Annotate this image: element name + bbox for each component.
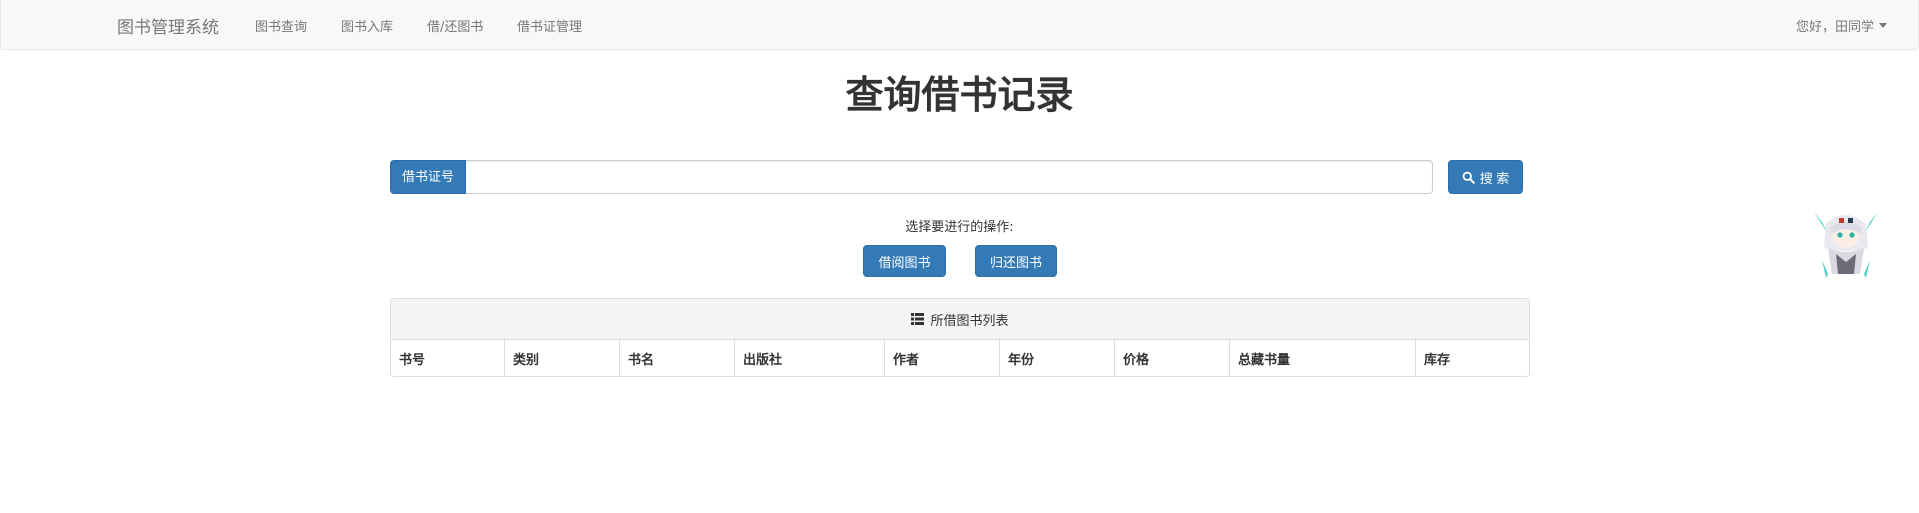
list-icon xyxy=(911,313,925,325)
column-header-price: 价格 xyxy=(1115,340,1230,376)
nav-item-book-stock-in[interactable]: 图书入库 xyxy=(341,16,393,35)
caret-down-icon xyxy=(1879,23,1887,28)
nav-item-card-management[interactable]: 借书证管理 xyxy=(517,16,582,35)
column-header-category: 类别 xyxy=(505,340,620,376)
card-number-input[interactable] xyxy=(466,160,1433,194)
nav-item-borrow-return[interactable]: 借/还图书 xyxy=(427,16,483,35)
column-header-book-id: 书号 xyxy=(391,340,505,376)
operation-prompt: 选择要进行的操作: xyxy=(905,220,1014,235)
column-header-stock: 库存 xyxy=(1424,353,1451,368)
borrow-book-button[interactable]: 借阅图书 xyxy=(863,245,946,277)
card-number-addon: 借书证号 xyxy=(390,160,467,194)
panel-heading: 所借图书列表 xyxy=(391,299,1529,340)
page-title: 查询借书记录 xyxy=(845,73,1074,117)
borrowed-books-table: 书号 类别 书名 出版社 作者 年份 价格 总藏书量 库存 xyxy=(391,340,1529,376)
borrowed-books-panel: 所借图书列表 书号 类别 书名 出版社 作者 年份 价格 总藏书量 库存 xyxy=(390,298,1530,377)
navbar: 图书管理系统 图书查询 图书入库 借/还图书 借书证管理 您好，田同学 xyxy=(0,0,1919,50)
nav-item-book-query[interactable]: 图书查询 xyxy=(255,16,307,35)
mascot-character-image xyxy=(1814,212,1878,278)
search-button-label: 搜 索 xyxy=(1479,170,1510,186)
user-dropdown[interactable]: 您好，田同学 xyxy=(1796,16,1887,35)
column-header-author: 作者 xyxy=(885,340,1000,376)
search-icon xyxy=(1462,171,1475,184)
user-greeting: 您好，田同学 xyxy=(1795,20,1874,35)
column-header-total-copies: 总藏书量 xyxy=(1230,340,1416,376)
column-header-title: 书名 xyxy=(620,340,735,376)
column-header-year: 年份 xyxy=(1000,340,1115,376)
panel-heading-label: 所借图书列表 xyxy=(930,313,1009,329)
column-header-publisher: 出版社 xyxy=(735,340,885,376)
return-book-button[interactable]: 归还图书 xyxy=(975,245,1057,277)
brand-link[interactable]: 图书管理系统 xyxy=(117,13,219,38)
search-group: 借书证号 xyxy=(390,160,1433,194)
search-button[interactable]: 搜 索 xyxy=(1448,160,1523,194)
